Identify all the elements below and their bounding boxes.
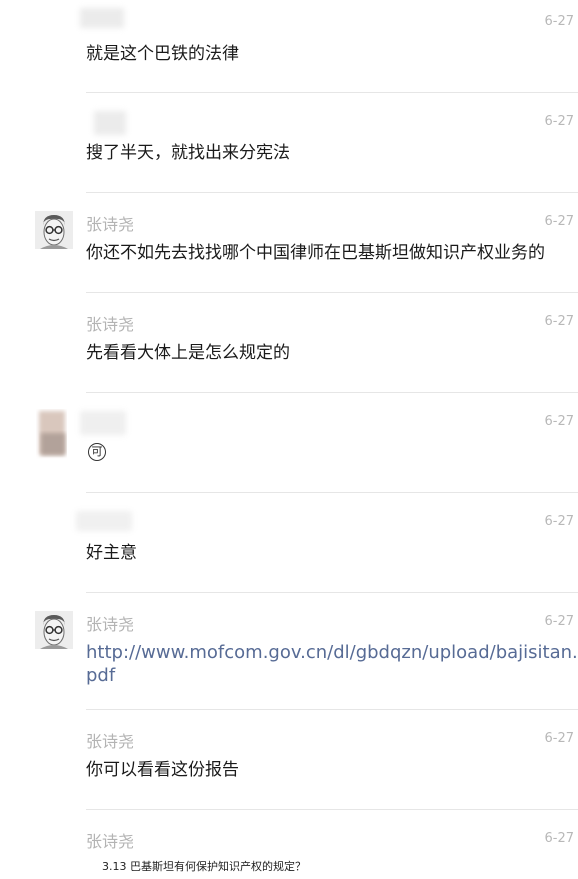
message-text: 就是这个巴铁的法律 xyxy=(86,44,239,64)
avatar[interactable] xyxy=(35,409,67,459)
image-preview-caption[interactable]: 3.13 巴基斯坦有何保护知识产权的规定？ xyxy=(102,859,306,875)
sender-name-redacted xyxy=(80,411,126,435)
message-time: 6-27 xyxy=(544,14,574,29)
message-item[interactable]: 张诗尧 6-27 3.13 巴基斯坦有何保护知识产权的规定？ xyxy=(0,810,578,879)
avatar[interactable] xyxy=(35,611,73,649)
message-time: 6-27 xyxy=(544,831,574,846)
message-item[interactable]: 6-27 搜了半天，就找出来分宪法 xyxy=(0,93,578,193)
message-time: 6-27 xyxy=(544,414,574,429)
message-time: 6-27 xyxy=(544,731,574,746)
message-item[interactable]: 张诗尧 6-27 http://www.mofcom.gov.cn/dl/gbd… xyxy=(0,593,578,710)
message-text: 你还不如先去找找哪个中国律师在巴基斯坦做知识产权业务的 xyxy=(86,243,545,263)
sender-name-redacted xyxy=(94,111,126,135)
message-text: 你可以看看这份报告 xyxy=(86,760,239,780)
sender-name: 张诗尧 xyxy=(86,215,135,234)
message-text: 好主意 xyxy=(86,543,137,563)
message-text: 搜了半天，就找出来分宪法 xyxy=(86,143,290,163)
message-time: 6-27 xyxy=(544,114,574,129)
sender-name: 张诗尧 xyxy=(86,315,135,334)
sender-name: 张诗尧 xyxy=(86,832,135,851)
message-item[interactable]: 张诗尧 6-27 你可以看看这份报告 xyxy=(0,710,578,810)
sender-name: 张诗尧 xyxy=(86,615,135,634)
avatar[interactable] xyxy=(35,211,73,249)
message-item[interactable]: 6-27 好主意 xyxy=(0,493,578,593)
cartoon-face-avatar-icon xyxy=(35,211,73,249)
message-item[interactable]: 6-27 可 xyxy=(0,393,578,493)
message-link[interactable]: http://www.mofcom.gov.cn/dl/gbdqzn/uploa… xyxy=(86,641,578,687)
message-time: 6-27 xyxy=(544,514,574,529)
message-item[interactable]: 张诗尧 6-27 先看看大体上是怎么规定的 xyxy=(0,293,578,393)
sender-name: 张诗尧 xyxy=(86,732,135,751)
message-item[interactable]: 张诗尧 6-27 你还不如先去找找哪个中国律师在巴基斯坦做知识产权业务的 xyxy=(0,193,578,293)
message-text: 先看看大体上是怎么规定的 xyxy=(86,343,290,363)
message-item[interactable]: 6-27 就是这个巴铁的法律 xyxy=(0,0,578,93)
emoji-sticker-icon: 可 xyxy=(88,443,106,461)
blurred-photo-avatar-icon xyxy=(35,409,67,459)
link-line: pdf xyxy=(86,665,116,686)
cartoon-face-avatar-icon xyxy=(35,611,73,649)
message-time: 6-27 xyxy=(544,314,574,329)
sender-name-redacted xyxy=(80,8,124,28)
chat-message-list: 6-27 就是这个巴铁的法律 6-27 搜了半天，就找出来分宪法 张诗尧 6-2… xyxy=(0,0,578,879)
message-time: 6-27 xyxy=(544,614,574,629)
message-time: 6-27 xyxy=(544,214,574,229)
link-line: http://www.mofcom.gov.cn/dl/gbdqzn/uploa… xyxy=(86,642,578,663)
sender-name-redacted xyxy=(76,511,132,531)
